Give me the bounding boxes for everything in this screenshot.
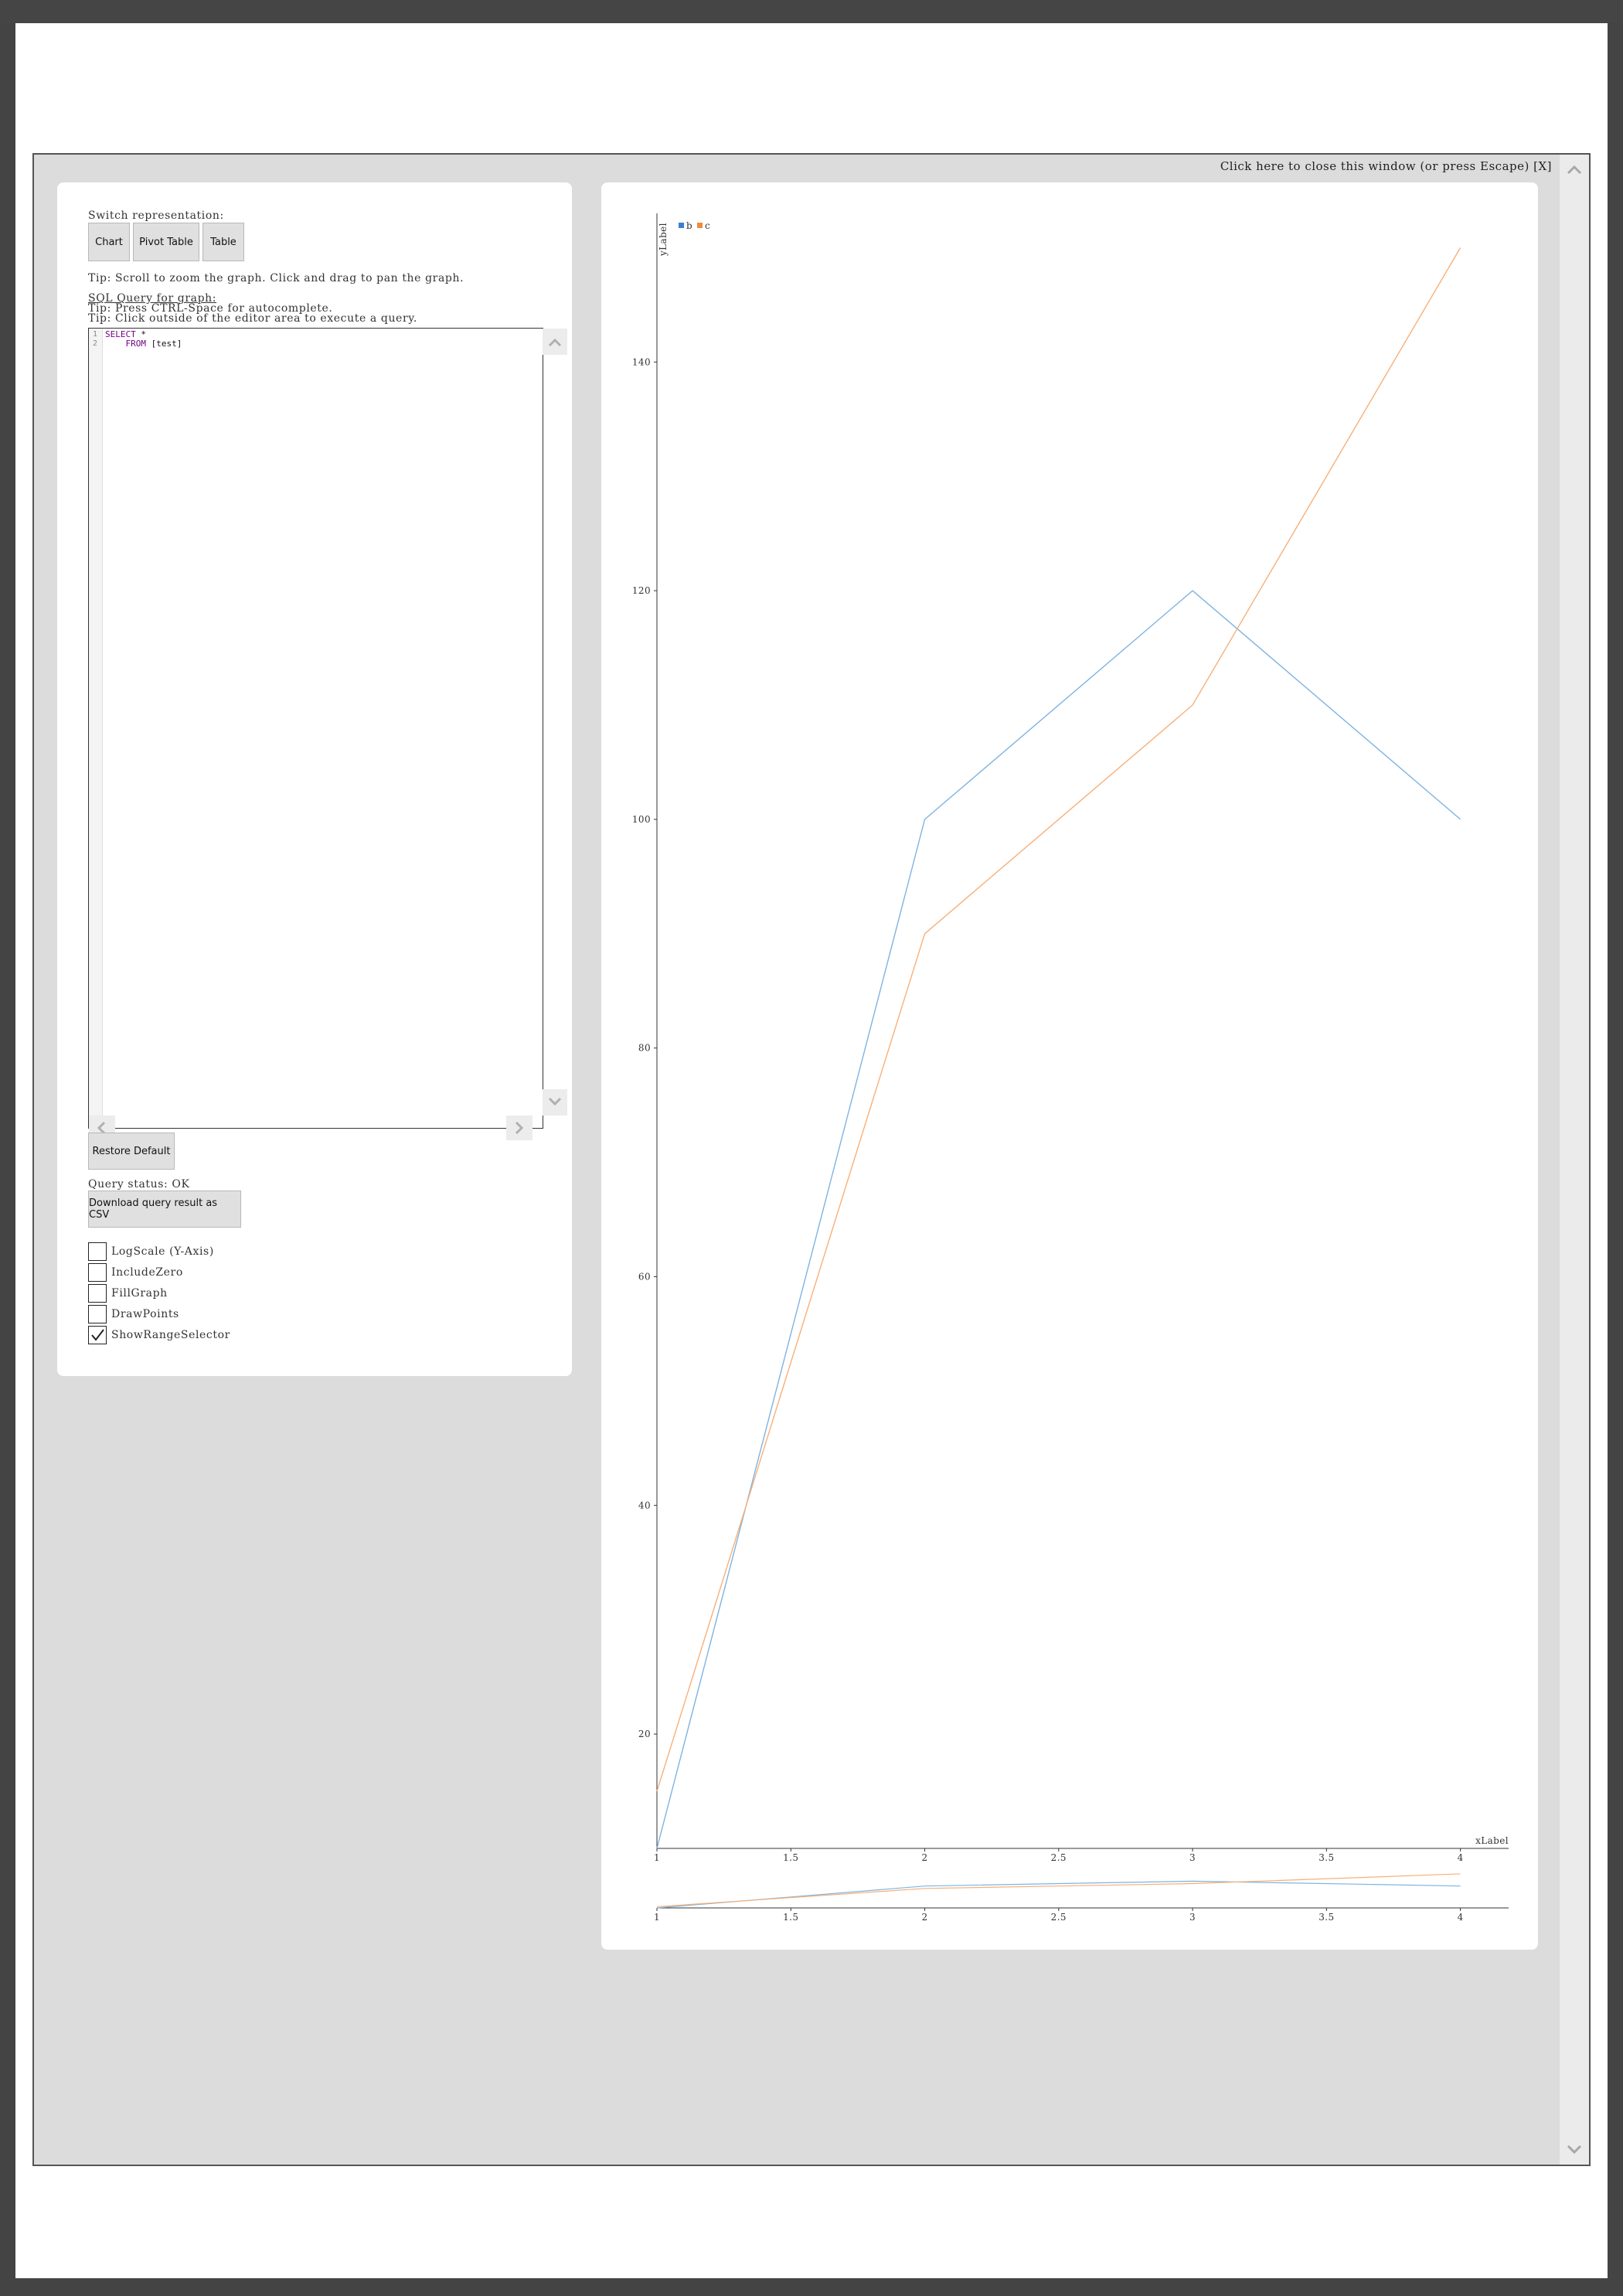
x-tick-label: 4: [1458, 1852, 1464, 1863]
show-range-selector-checkbox[interactable]: [88, 1326, 107, 1344]
legend-label-b: b: [686, 220, 692, 231]
scroll-down-icon[interactable]: [1560, 2137, 1589, 2161]
series-line-b: [656, 590, 1461, 1849]
chart-overlay-window: Click here to close this window (or pres…: [32, 153, 1591, 2166]
editor-vertical-scrollbar[interactable]: [543, 329, 567, 1116]
log-scale-checkbox[interactable]: [88, 1242, 107, 1261]
line-chart[interactable]: 20 40 60 80 100 120 140 1 1.5 2 2.5 3 3.5 4 yLabel xLab…: [601, 182, 1538, 1950]
y-tick-label: 120: [632, 585, 651, 596]
tip-execute-query: Tip: Click outside of the editor area to…: [88, 312, 417, 325]
option-label: IncludeZero: [111, 1266, 183, 1279]
code-line[interactable]: FROM [test]: [105, 339, 182, 349]
option-label: ShowRangeSelector: [111, 1329, 230, 1341]
range-x-tick-label: 2.5: [1051, 1912, 1067, 1923]
y-tick-label: 40: [638, 1500, 651, 1511]
option-label: LogScale (Y-Axis): [111, 1245, 214, 1258]
range-x-tick-label: 1: [654, 1912, 660, 1923]
series-line-c: [656, 247, 1461, 1792]
option-draw-points[interactable]: DrawPoints: [88, 1304, 179, 1324]
sql-editor[interactable]: 1 2 SELECT * FROM [test]: [88, 328, 567, 1140]
option-include-zero[interactable]: IncludeZero: [88, 1262, 183, 1283]
y-tick-label: 80: [638, 1043, 651, 1054]
y-axis-label: yLabel: [658, 223, 669, 257]
y-tick-label: 100: [632, 814, 651, 825]
range-x-tick-label: 4: [1458, 1912, 1464, 1923]
sql-keyword: FROM: [105, 339, 146, 349]
legend-swatch-b: [679, 223, 684, 228]
range-selector-line-b: [656, 1880, 1461, 1909]
restore-default-button[interactable]: Restore Default: [88, 1133, 175, 1170]
checkmark-icon: [91, 1329, 104, 1341]
line-number: 2: [93, 339, 98, 348]
include-zero-checkbox[interactable]: [88, 1263, 107, 1282]
overlay-vertical-scrollbar[interactable]: [1560, 155, 1589, 2165]
legend-label-c: c: [705, 220, 710, 231]
option-show-range-selector[interactable]: ShowRangeSelector: [88, 1325, 230, 1345]
download-csv-button[interactable]: Download query result as CSV: [88, 1191, 241, 1228]
x-axis-label: xLabel: [1475, 1835, 1509, 1846]
chart-panel: 20 40 60 80 100 120 140 1 1.5 2 2.5 3 3.5 4 yLabel xLab…: [601, 182, 1538, 1950]
option-fill-graph[interactable]: FillGraph: [88, 1283, 168, 1303]
x-tick-label: 1.5: [783, 1852, 798, 1863]
window-frame-top: [0, 0, 1623, 23]
tip-scroll-zoom: Tip: Scroll to zoom the graph. Click and…: [88, 272, 464, 284]
range-x-tick-label: 3: [1189, 1912, 1196, 1923]
option-label: DrawPoints: [111, 1308, 179, 1320]
option-label: FillGraph: [111, 1287, 168, 1300]
close-window-link[interactable]: Click here to close this window (or pres…: [1220, 159, 1552, 173]
x-tick-label: 3: [1189, 1852, 1196, 1863]
x-tick-label: 2: [922, 1852, 928, 1863]
x-tick-label: 1: [654, 1852, 660, 1863]
draw-points-checkbox[interactable]: [88, 1305, 107, 1323]
chart-button[interactable]: Chart: [88, 223, 130, 261]
y-tick-label: 140: [632, 356, 651, 367]
option-log-scale[interactable]: LogScale (Y-Axis): [88, 1242, 214, 1262]
x-tick-label: 3.5: [1318, 1852, 1334, 1863]
window-frame-bottom: [0, 2278, 1623, 2296]
range-selector-line-c: [656, 1873, 1461, 1908]
scroll-up-icon[interactable]: [1560, 158, 1589, 182]
y-tick-label: 20: [638, 1729, 651, 1739]
table-button[interactable]: Table: [202, 223, 244, 261]
range-x-tick-label: 1.5: [783, 1912, 798, 1923]
range-x-tick-label: 2: [922, 1912, 928, 1923]
pivot-table-button[interactable]: Pivot Table: [133, 223, 199, 261]
y-tick-label: 60: [638, 1271, 651, 1282]
range-x-tick-label: 3.5: [1318, 1912, 1334, 1923]
line-number: 1: [93, 330, 98, 339]
fill-graph-checkbox[interactable]: [88, 1284, 107, 1303]
switch-representation-label: Switch representation:: [88, 210, 224, 222]
legend-swatch-c: [697, 223, 703, 228]
editor-gutter: [89, 329, 103, 1116]
controls-panel: Switch representation: Chart Pivot Table…: [57, 182, 572, 1376]
query-status-text: Query status: OK: [88, 1178, 190, 1191]
x-tick-label: 2.5: [1051, 1852, 1067, 1863]
sql-text: [test]: [145, 339, 182, 349]
